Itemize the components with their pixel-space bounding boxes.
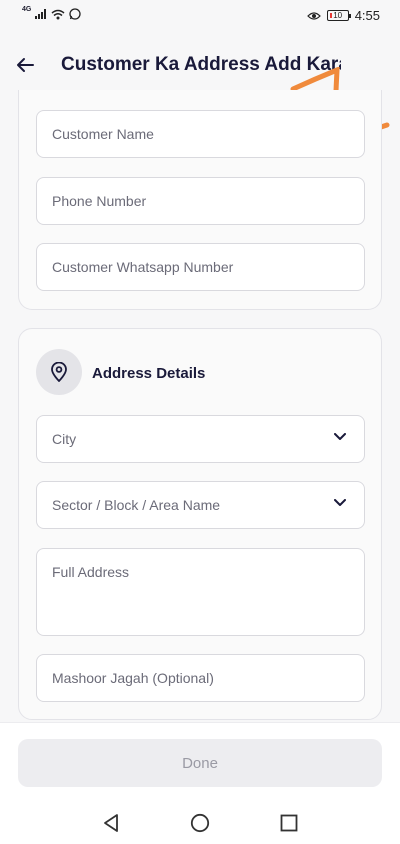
city-placeholder: City [52, 431, 77, 447]
customer-name-placeholder: Customer Name [52, 126, 154, 142]
wifi-icon [51, 9, 65, 19]
address-section-title: Address Details [92, 365, 206, 382]
whatsapp-number-field[interactable]: Customer Whatsapp Number [36, 243, 365, 291]
city-dropdown[interactable]: City [36, 415, 365, 463]
back-button[interactable] [10, 50, 40, 80]
network-type-label: 4G [22, 5, 32, 13]
chevron-down-icon [334, 433, 346, 440]
status-left: 4G [22, 5, 81, 20]
clock: 4:55 [354, 8, 380, 23]
circle-home-icon [190, 813, 210, 833]
full-address-textarea[interactable]: Full Address [36, 548, 365, 636]
whatsapp-number-placeholder: Customer Whatsapp Number [52, 259, 234, 275]
area-placeholder: Sector / Block / Area Name [52, 497, 221, 513]
whatsapp-icon [69, 8, 81, 20]
address-details-card: Address Details City Sector / Block / Ar… [18, 328, 382, 720]
location-pin-icon [51, 362, 67, 382]
chevron-down-icon [334, 499, 346, 506]
location-icon-badge [36, 349, 82, 395]
landmark-placeholder: Mashoor Jagah (Optional) [52, 670, 214, 686]
bottom-area: Done [0, 722, 400, 844]
customer-details-card: Customer Name Phone Number Customer What… [18, 90, 382, 310]
arrow-left-icon [17, 58, 34, 72]
nav-recent-button[interactable] [277, 811, 301, 835]
nav-home-button[interactable] [188, 811, 212, 835]
system-nav-bar [0, 803, 400, 844]
status-right: 10 4:55 [306, 8, 380, 23]
done-button[interactable]: Done [18, 739, 382, 787]
square-recent-icon [280, 814, 298, 832]
triangle-back-icon [104, 814, 118, 832]
landmark-field[interactable]: Mashoor Jagah (Optional) [36, 654, 365, 702]
phone-number-placeholder: Phone Number [52, 193, 147, 209]
nav-back-button[interactable] [99, 811, 123, 835]
eye-icon [306, 11, 321, 20]
full-address-placeholder: Full Address [52, 564, 130, 580]
phone-number-field[interactable]: Phone Number [36, 177, 365, 225]
signal-icon [35, 9, 47, 19]
area-dropdown[interactable]: Sector / Block / Area Name [36, 481, 365, 529]
customer-name-field[interactable]: Customer Name [36, 110, 365, 158]
battery-indicator: 10 [326, 10, 351, 21]
status-bar: 4G 10 4:55 [0, 0, 400, 32]
